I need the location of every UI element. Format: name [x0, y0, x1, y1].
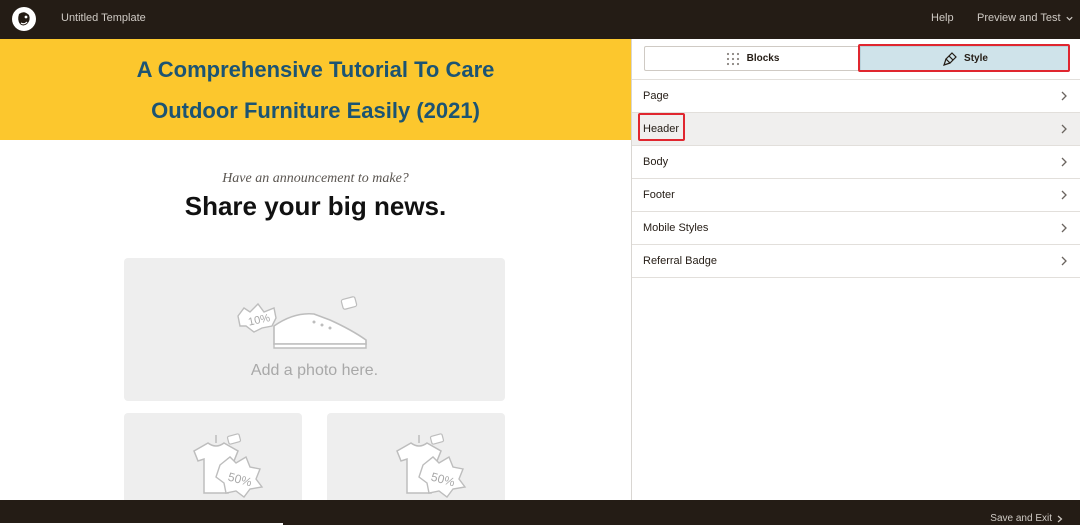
- style-menu-footer[interactable]: Footer: [632, 179, 1080, 212]
- style-menu-body[interactable]: Body: [632, 146, 1080, 179]
- chevron-right-icon: [1061, 223, 1067, 233]
- shoe-sale-icon: 10%: [237, 296, 367, 349]
- style-menu-header[interactable]: Header: [632, 113, 1080, 146]
- save-and-exit-label: Save and Exit: [990, 513, 1052, 524]
- menu-item-label: Page: [643, 90, 669, 102]
- menu-item-label: Referral Badge: [643, 255, 717, 267]
- chevron-right-icon: [1061, 190, 1067, 200]
- help-link[interactable]: Help: [931, 12, 954, 24]
- chevron-down-icon: [1065, 16, 1073, 21]
- style-menu-page[interactable]: Page: [632, 80, 1080, 113]
- style-tab-highlight: [858, 44, 1070, 72]
- style-menu-referral-badge[interactable]: Referral Badge: [632, 245, 1080, 278]
- email-title-line-1: A Comprehensive Tutorial To Care: [136, 56, 495, 82]
- bottom-bar: Save and Exit: [0, 500, 1080, 525]
- save-and-exit-button[interactable]: Save and Exit: [990, 513, 1064, 524]
- email-header-block[interactable]: A Comprehensive Tutorial To Care Outdoor…: [0, 39, 631, 140]
- photo-placeholder-block[interactable]: 10% Add a photo here.: [124, 258, 505, 401]
- preview-and-test-menu[interactable]: Preview and Test: [977, 12, 1074, 24]
- style-menu-mobile-styles[interactable]: Mobile Styles: [632, 212, 1080, 245]
- shirt-sale-icon: 50%: [193, 433, 264, 498]
- grid-icon: [726, 52, 739, 65]
- editor-side-panel: Blocks Style Page Header Body Footer Mob…: [631, 39, 1080, 500]
- image-placeholder-block-1[interactable]: 50%: [124, 413, 302, 500]
- chevron-right-icon: [1061, 256, 1067, 266]
- menu-item-label: Body: [643, 156, 669, 168]
- email-title-line-2: Outdoor Furniture Easily (2021): [151, 97, 480, 123]
- style-menu-list: Page Header Body Footer Mobile Styles Re…: [632, 79, 1080, 278]
- headline-text: Share your big news.: [184, 191, 447, 221]
- add-photo-text: Add a photo here.: [250, 362, 379, 379]
- chevron-right-icon: [1061, 124, 1067, 134]
- tab-blocks[interactable]: Blocks: [644, 46, 860, 71]
- chevron-right-icon: [1061, 91, 1067, 101]
- menu-item-label: Footer: [643, 189, 675, 201]
- preview-and-test-label: Preview and Test: [977, 12, 1061, 24]
- chevron-right-icon: [1057, 515, 1063, 522]
- template-title[interactable]: Untitled Template: [61, 12, 146, 24]
- chevron-right-icon: [1061, 157, 1067, 167]
- top-bar: Untitled Template Help Preview and Test: [0, 0, 1080, 39]
- email-canvas[interactable]: A Comprehensive Tutorial To Care Outdoor…: [0, 39, 631, 500]
- announcement-text: Have an announcement to make?: [222, 171, 409, 186]
- header-item-highlight: [638, 113, 685, 141]
- mailchimp-logo-icon[interactable]: [11, 6, 37, 32]
- shirt-sale-icon: 50%: [396, 433, 467, 498]
- menu-item-label: Mobile Styles: [643, 222, 709, 234]
- image-placeholder-block-2[interactable]: 50%: [327, 413, 505, 500]
- tab-blocks-label: Blocks: [746, 53, 780, 64]
